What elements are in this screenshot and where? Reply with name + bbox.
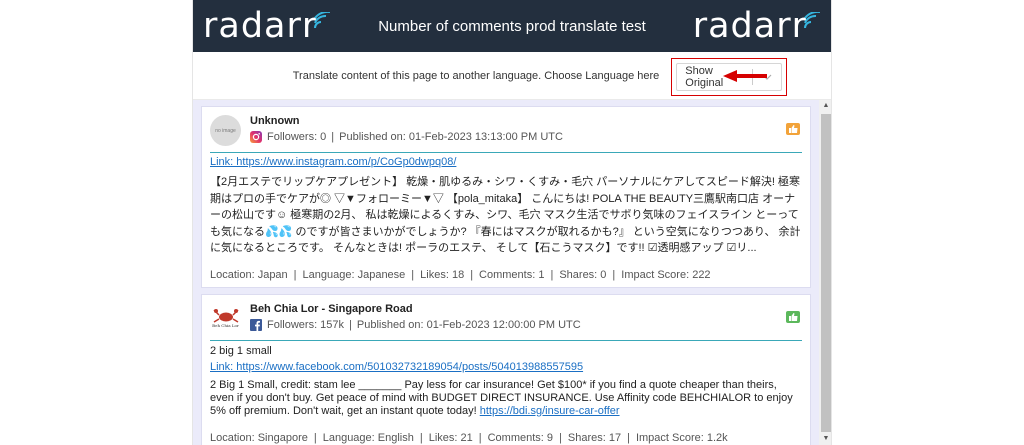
instagram-icon (250, 131, 262, 143)
post-author-block: Beh Chia Lor - Singapore Road Followers:… (250, 303, 581, 331)
signal-waves-icon (804, 11, 820, 28)
stat-separator: | (293, 268, 297, 281)
stat-separator: | (419, 431, 423, 444)
radarr-logo-left: radar r (203, 8, 331, 44)
followers-count: Followers: 157k (267, 318, 345, 331)
stat-separator: | (313, 431, 317, 444)
stat-likes: Likes: 21 (428, 431, 473, 444)
post-author[interactable]: Unknown (250, 115, 563, 127)
stat-location: Location: Singapore (210, 431, 308, 444)
avatar-caption: Beh Chia Lor (212, 322, 239, 328)
post-stats: Location: Japan | Language: Japanese | Lik… (210, 269, 802, 281)
stat-separator: | (612, 268, 616, 281)
stat-separator: | (559, 431, 562, 444)
signal-waves-icon (314, 11, 331, 28)
post-inline-link[interactable]: https://bdi.sg/insure-car-offer (480, 405, 620, 417)
stat-impact: Impact Score: 222 (621, 268, 711, 281)
thumbs-neutral-icon (786, 123, 800, 135)
stat-language: Language: Japanese (302, 268, 406, 281)
meta-separator: | (331, 131, 335, 143)
stat-location: Location: Japan (210, 268, 288, 281)
post-meta: Followers: 0 | Published on: 01-Feb-2023… (250, 131, 563, 143)
post-card: Beh Chia Lor Beh Chia Lor - Singapore Ro… (201, 293, 811, 445)
post-divider (210, 152, 802, 153)
avatar: Beh Chia Lor (210, 303, 241, 334)
crab-logo-icon (212, 308, 239, 323)
stat-separator: | (627, 431, 630, 444)
stat-separator: | (550, 268, 554, 281)
post-author[interactable]: Beh Chia Lor - Singapore Road (250, 303, 581, 315)
post-stats: Location: Singapore | Language: English | … (210, 432, 802, 444)
post-card: no image Unknown Followers: 0 | Publishe… (201, 106, 811, 288)
meta-separator: | (349, 318, 352, 331)
vertical-scrollbar[interactable]: ▲ ▼ (819, 100, 831, 445)
stat-impact: Impact Score: 1.2k (635, 431, 728, 444)
post-divider (210, 339, 802, 341)
stat-shares: Shares: 17 (567, 431, 622, 444)
app-frame: radar r Number of comments prod translate… (192, 0, 832, 445)
stat-comments: Comments: 9 (487, 431, 554, 444)
post-meta: Followers: 157k | Published on: 01-Feb-2… (250, 318, 581, 331)
stat-language: Language: English (322, 431, 414, 444)
published-date: Published on: 01-Feb-2023 12:00:00 PM UT… (356, 318, 581, 331)
scrollbar-thumb[interactable] (821, 114, 831, 432)
published-date: Published on: 01-Feb-2023 13:13:00 PM UT… (339, 131, 563, 143)
posts-scroll-area[interactable]: no image Unknown Followers: 0 | Publishe… (193, 100, 831, 445)
stat-comments: Comments: 1 (479, 268, 545, 281)
posts-feed: no image Unknown Followers: 0 | Publishe… (201, 106, 811, 445)
facebook-icon (250, 318, 262, 331)
post-author-block: Unknown Followers: 0 | Published on: 01-… (250, 115, 563, 143)
post-link[interactable]: Link: https://www.facebook.com/501032732… (210, 361, 802, 373)
post-header: no image Unknown Followers: 0 | Publishe… (210, 115, 802, 146)
post-text: 【2月エステでリップケアプレゼント】 乾燥・肌ゆるみ・シワ・くすみ・毛穴 パーソ… (210, 176, 801, 254)
radarr-logo-right: radar r (693, 8, 821, 44)
scroll-up-icon[interactable]: ▲ (819, 100, 831, 112)
post-title: 2 big 1 small (210, 344, 272, 357)
stat-separator: | (411, 268, 415, 281)
stat-shares: Shares: 0 (559, 268, 607, 281)
stat-likes: Likes: 18 (420, 268, 465, 281)
post-header: Beh Chia Lor Beh Chia Lor - Singapore Ro… (210, 303, 802, 334)
scroll-down-icon[interactable]: ▼ (819, 433, 831, 445)
followers-count: Followers: 0 (267, 131, 327, 143)
post-link[interactable]: Link: https://www.instagram.com/p/CoGp0d… (210, 156, 802, 168)
page-title: Number of comments prod translate test (378, 17, 646, 35)
stat-separator: | (470, 268, 474, 281)
post-text-block: 2 Big 1 Small, credit: stam lee _______ … (210, 379, 802, 418)
thumbs-up-icon (786, 310, 800, 323)
avatar: no image (210, 115, 241, 146)
translate-prompt: Translate content of this page to anothe… (292, 69, 660, 82)
translate-bar: Translate content of this page to anothe… (193, 52, 831, 100)
header: radar r Number of comments prod translate… (193, 0, 831, 52)
stat-separator: | (478, 431, 482, 444)
arrow-left-icon (723, 70, 767, 82)
